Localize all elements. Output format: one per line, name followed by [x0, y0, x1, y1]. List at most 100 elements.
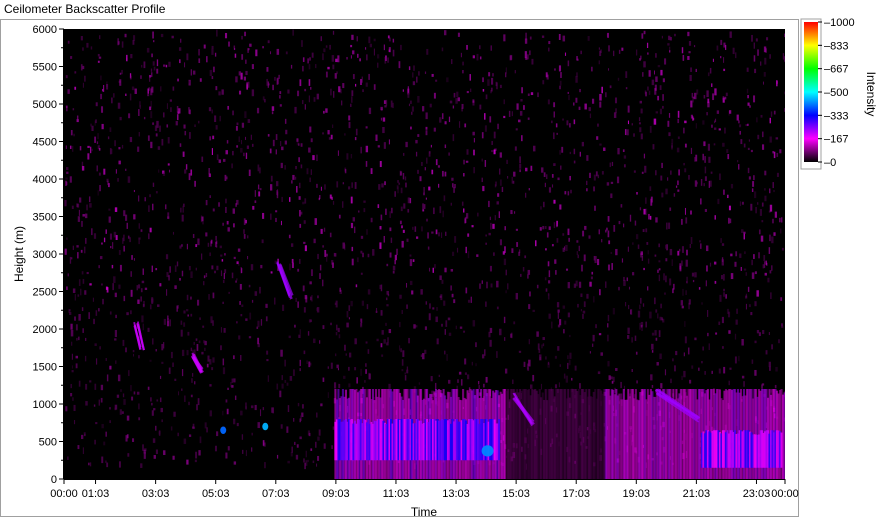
colorbar[interactable]: [804, 22, 818, 162]
noise-speckle: [172, 231, 175, 235]
noise-speckle: [180, 329, 183, 337]
noise-speckle: [71, 205, 74, 209]
noise-speckle: [138, 223, 140, 229]
noise-speckle: [554, 384, 558, 389]
noise-speckle: [171, 35, 174, 39]
noise-speckle: [441, 113, 444, 120]
noise-speckle: [691, 92, 694, 98]
noise-speckle: [149, 106, 152, 111]
noise-speckle: [728, 205, 731, 211]
noise-speckle: [592, 334, 595, 342]
noise-speckle: [484, 160, 487, 167]
noise-speckle: [112, 283, 115, 291]
noise-speckle: [709, 262, 712, 267]
noise-speckle: [415, 236, 419, 239]
noise-speckle: [182, 205, 184, 213]
noise-speckle: [209, 410, 212, 417]
noise-speckle: [159, 125, 161, 132]
noise-speckle: [730, 273, 734, 280]
x-tick-label: 01:03: [82, 488, 110, 500]
noise-speckle: [684, 120, 687, 124]
noise-speckle: [758, 229, 761, 235]
noise-speckle: [104, 460, 107, 463]
noise-speckle: [659, 316, 662, 321]
noise-speckle: [280, 220, 282, 226]
noise-speckle: [547, 261, 550, 267]
noise-speckle: [85, 401, 88, 406]
noise-speckle: [584, 225, 587, 230]
noise-speckle: [279, 91, 282, 95]
noise-speckle: [651, 350, 654, 353]
noise-speckle: [139, 101, 141, 108]
noise-speckle: [150, 68, 153, 72]
noise-speckle: [543, 172, 546, 177]
noise-speckle: [551, 120, 553, 124]
noise-speckle: [127, 235, 130, 239]
noise-speckle: [684, 168, 687, 173]
noise-speckle: [375, 134, 378, 141]
noise-speckle: [103, 84, 105, 92]
noise-speckle: [224, 253, 226, 256]
noise-speckle: [565, 244, 568, 252]
noise-speckle: [94, 136, 97, 143]
noise-speckle: [471, 225, 474, 228]
noise-speckle: [117, 374, 121, 382]
noise-speckle: [493, 131, 496, 139]
noise-speckle: [257, 422, 260, 429]
noise-speckle: [181, 270, 184, 277]
noise-speckle: [586, 155, 589, 161]
noise-speckle: [629, 214, 632, 222]
noise-speckle: [109, 407, 111, 410]
noise-speckle: [648, 213, 650, 220]
noise-speckle: [723, 366, 726, 374]
noise-speckle: [593, 174, 596, 181]
noise-speckle: [688, 51, 691, 54]
noise-speckle: [673, 193, 676, 197]
noise-speckle: [207, 355, 210, 362]
noise-speckle: [209, 384, 212, 387]
noise-speckle: [491, 77, 494, 85]
noise-speckle: [80, 36, 83, 41]
noise-speckle: [141, 64, 143, 68]
noise-speckle: [140, 296, 142, 302]
noise-speckle: [569, 123, 571, 128]
noise-speckle: [412, 226, 414, 230]
noise-speckle: [527, 93, 530, 96]
noise-speckle: [587, 35, 590, 41]
noise-speckle: [753, 254, 755, 259]
noise-speckle: [570, 189, 572, 194]
noise-speckle: [769, 234, 771, 242]
noise-speckle: [745, 303, 748, 310]
noise-speckle: [304, 245, 307, 252]
noise-speckle: [479, 45, 481, 50]
noise-speckle: [511, 111, 514, 117]
noise-speckle: [553, 102, 556, 108]
noise-speckle: [336, 364, 339, 369]
noise-speckle: [344, 133, 346, 136]
noise-speckle: [88, 312, 90, 320]
noise-speckle: [423, 192, 425, 196]
noise-speckle: [618, 220, 621, 225]
noise-speckle: [772, 182, 774, 189]
noise-speckle: [444, 267, 447, 273]
noise-speckle: [130, 289, 133, 297]
noise-speckle: [114, 338, 117, 341]
noise-speckle: [337, 55, 340, 63]
noise-speckle: [163, 318, 167, 325]
noise-speckle: [114, 140, 116, 147]
noise-speckle: [551, 174, 554, 178]
noise-speckle: [757, 134, 760, 140]
noise-speckle: [532, 309, 535, 312]
noise-speckle: [672, 283, 675, 290]
noise-speckle: [439, 117, 442, 123]
noise-speckle: [131, 396, 134, 401]
noise-speckle: [83, 246, 86, 254]
noise-speckle: [686, 276, 688, 284]
noise-speckle: [551, 321, 553, 329]
noise-speckle: [269, 148, 272, 154]
noise-speckle: [172, 455, 175, 460]
noise-speckle: [604, 92, 607, 98]
noise-speckle: [386, 263, 389, 267]
noise-speckle: [156, 68, 159, 74]
noise-speckle: [238, 90, 242, 95]
